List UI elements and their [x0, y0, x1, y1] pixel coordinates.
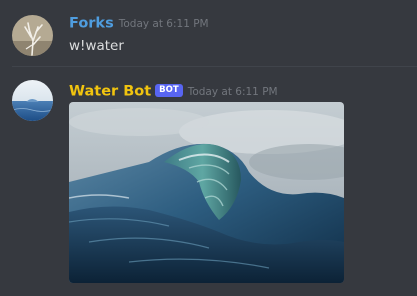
message-header: Forks Today at 6:11 PM — [69, 13, 209, 32]
message-water-bot: Water Bot BOT Today at 6:11 PM — [0, 68, 417, 296]
chat-messages: Forks Today at 6:11 PM w!water Water Bot… — [0, 0, 417, 296]
user-avatar-water-bot[interactable] — [12, 80, 53, 121]
username-water-bot[interactable]: Water Bot — [69, 84, 151, 100]
username-forks[interactable]: Forks — [69, 16, 114, 32]
wave-image-icon — [69, 102, 344, 283]
message-header: Water Bot BOT Today at 6:11 PM — [69, 81, 278, 100]
message-timestamp[interactable]: Today at 6:11 PM — [188, 86, 278, 98]
wave-image-attachment[interactable] — [69, 102, 344, 283]
message-forks: Forks Today at 6:11 PM w!water — [0, 0, 417, 66]
branches-avatar-icon — [12, 15, 53, 56]
user-avatar-forks[interactable] — [12, 15, 53, 56]
ocean-avatar-icon — [12, 80, 53, 121]
message-timestamp[interactable]: Today at 6:11 PM — [119, 18, 209, 30]
bot-tag-badge: BOT — [155, 84, 183, 97]
message-content: w!water — [69, 38, 124, 54]
message-divider — [12, 66, 417, 67]
